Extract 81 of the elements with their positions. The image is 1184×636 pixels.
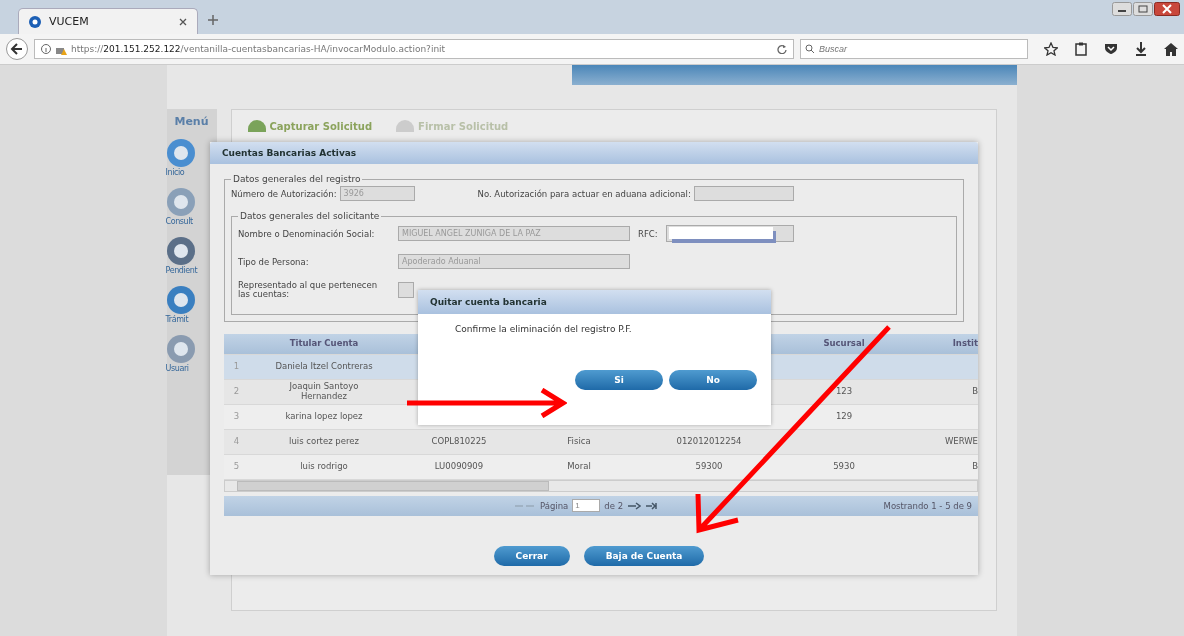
- table-cell-text: 59300: [694, 462, 724, 472]
- table-cell-text: luis rodrigo: [299, 462, 349, 472]
- close-icon[interactable]: [179, 17, 187, 26]
- table-cell-text: karina lopez lopez: [284, 412, 364, 422]
- menu-title: Menú: [174, 115, 209, 128]
- info-icon[interactable]: [41, 44, 51, 54]
- text-field[interactable]: [693, 186, 794, 201]
- minimize-icon[interactable]: [1112, 2, 1132, 16]
- menu-item-icon[interactable]: [165, 236, 196, 266]
- menu-item-label[interactable]: Consult: [165, 217, 193, 226]
- menu-item-icon[interactable]: [165, 285, 196, 315]
- field-label: Nombre o Denominación Social:: [238, 228, 376, 239]
- page-label: Página: [540, 500, 569, 511]
- confirm-message: Confirme la eliminación del registro P.F.: [454, 323, 633, 336]
- table-cell-text: 129: [834, 412, 854, 422]
- row-number: 2: [232, 387, 241, 397]
- table-row[interactable]: 4 luis cortez perez COPL810225 Fisica 012012012254 WERWE: [224, 429, 978, 455]
- app-tab[interactable]: Capturar Solicitud: [247, 120, 373, 132]
- home-icon[interactable]: [1164, 42, 1178, 56]
- field-label: Número de Autorización:: [231, 188, 337, 199]
- table-cell-text: LU0090909: [433, 462, 485, 472]
- fieldset-legend: Datos generales del registro: [231, 174, 363, 184]
- text-field[interactable]: Apoderado Aduanal: [398, 254, 630, 269]
- table-cell-text: Fisica: [566, 437, 592, 447]
- browser-tab[interactable]: VUCEM: [18, 8, 198, 34]
- page-summary: Mostrando 1 - 5 de 9: [883, 500, 972, 511]
- row-number: 3: [232, 412, 241, 422]
- row-number: 5: [232, 462, 241, 472]
- column-header[interactable]: Titular Cuenta: [289, 339, 359, 348]
- table-cell-text: B: [971, 387, 978, 397]
- text-field[interactable]: MIGUEL ANGEL ZUÑIGA DE LA PAZ: [398, 226, 630, 241]
- field-label: RFC:: [638, 228, 658, 239]
- table-cell-text: Moral: [566, 462, 592, 472]
- table-cell-text: Joaquin Santoyo Hernandez: [288, 382, 360, 402]
- menu-item-label[interactable]: Trámit: [165, 315, 189, 324]
- table-row[interactable]: 5 luis rodrigo LU0090909 Moral 59300 5930 B: [224, 454, 978, 480]
- field-label: Tipo de Persona:: [238, 256, 310, 267]
- table-cell-text: B: [971, 462, 978, 472]
- dialog-title: Quitar cuenta bancaria: [418, 290, 771, 314]
- menu-item-icon[interactable]: [165, 138, 196, 168]
- menu-item-label[interactable]: Inicio: [165, 168, 185, 177]
- field-label: No. Autorización para actuar en aduana adicional:: [477, 188, 691, 199]
- page-count: de 2: [604, 500, 624, 511]
- text-field[interactable]: [665, 225, 794, 242]
- field-label: Representado al que pertenecen las cuentas:: [238, 281, 379, 300]
- star-icon[interactable]: [1044, 42, 1058, 56]
- menu-item-label[interactable]: Pendient: [165, 266, 198, 275]
- search-field[interactable]: Buscar: [800, 39, 1028, 59]
- search-icon[interactable]: [805, 44, 815, 54]
- dialog-button[interactable]: Baja de Cuenta: [583, 545, 705, 566]
- dialog-title: Cuentas Bancarias Activas: [210, 142, 978, 164]
- shield-icon[interactable]: [1104, 43, 1118, 55]
- table-cell-text: 012012012254: [675, 437, 743, 447]
- dialog-button[interactable]: Si: [575, 370, 663, 390]
- site-icon[interactable]: [29, 15, 41, 28]
- table-cell-text: luis cortez perez: [288, 437, 360, 447]
- clipboard-icon[interactable]: [1075, 42, 1087, 56]
- plus-icon[interactable]: [208, 15, 218, 25]
- page-field[interactable]: 1: [572, 499, 601, 513]
- table-cell-text: 5930: [832, 462, 856, 472]
- text-field[interactable]: 3926: [339, 186, 415, 201]
- menu-item-label[interactable]: Usuari: [165, 364, 189, 373]
- table-cell-text: WERWE: [943, 437, 978, 447]
- reload-icon[interactable]: [777, 44, 787, 54]
- download-icon[interactable]: [1135, 42, 1147, 56]
- dialog-button[interactable]: Cerrar: [493, 545, 570, 566]
- table-cell-text: COPL810225: [430, 437, 488, 447]
- table-cell-text: 123: [834, 387, 854, 397]
- row-number: 4: [232, 437, 241, 447]
- url-text[interactable]: https://201.151.252.122/ventanilla-cuentasbancarias-HA/invocarModulo.action?init: [71, 44, 773, 54]
- address-bar[interactable]: https://201.151.252.122/ventanilla-cuentasbancarias-HA/invocarModulo.action?init: [34, 39, 794, 59]
- last-page-icon[interactable]: [645, 501, 658, 510]
- close-icon[interactable]: [1154, 2, 1180, 16]
- column-header[interactable]: Sucursal: [823, 339, 865, 348]
- row-number: 1: [232, 362, 241, 372]
- dialog-button[interactable]: No: [669, 370, 757, 390]
- fieldset-legend: Datos generales del solicitante: [238, 211, 382, 221]
- table-cell-text: Daniela Itzel Contreras: [274, 362, 374, 372]
- back-icon[interactable]: [6, 38, 28, 60]
- next-page-icon[interactable]: [627, 501, 642, 510]
- column-header[interactable]: Instit: [952, 339, 978, 348]
